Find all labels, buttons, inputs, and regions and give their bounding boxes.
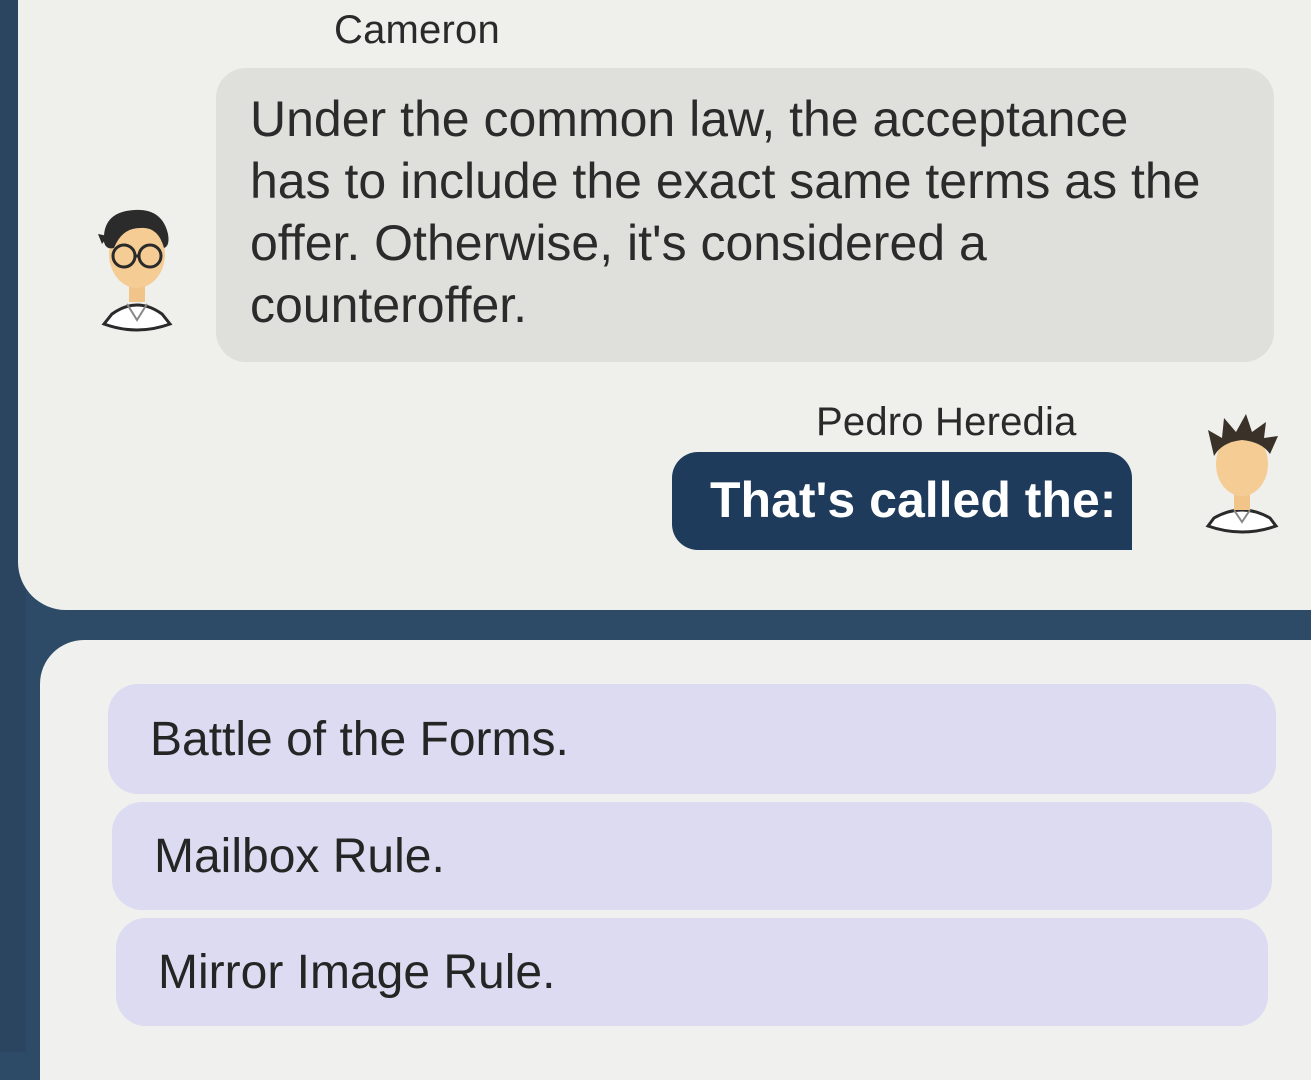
person-with-glasses-avatar-icon [92,204,182,339]
message-bubble-cameron: Under the common law, the acceptance has… [216,68,1274,362]
answer-option-mailbox-rule[interactable]: Mailbox Rule. [112,802,1272,910]
speaker-name-cameron: Cameron [334,8,500,52]
speaker-name-pedro: Pedro Heredia [816,400,1077,444]
message-text-cameron: Under the common law, the acceptance has… [250,91,1201,333]
message-text-pedro: That's called the: [710,472,1117,528]
answer-option-mirror-image-rule[interactable]: Mirror Image Rule. [116,918,1268,1026]
person-spiky-hair-avatar-icon [1200,414,1284,543]
message-bubble-pedro: That's called the: [672,452,1132,550]
answer-option-battle-of-the-forms[interactable]: Battle of the Forms. [108,684,1276,794]
